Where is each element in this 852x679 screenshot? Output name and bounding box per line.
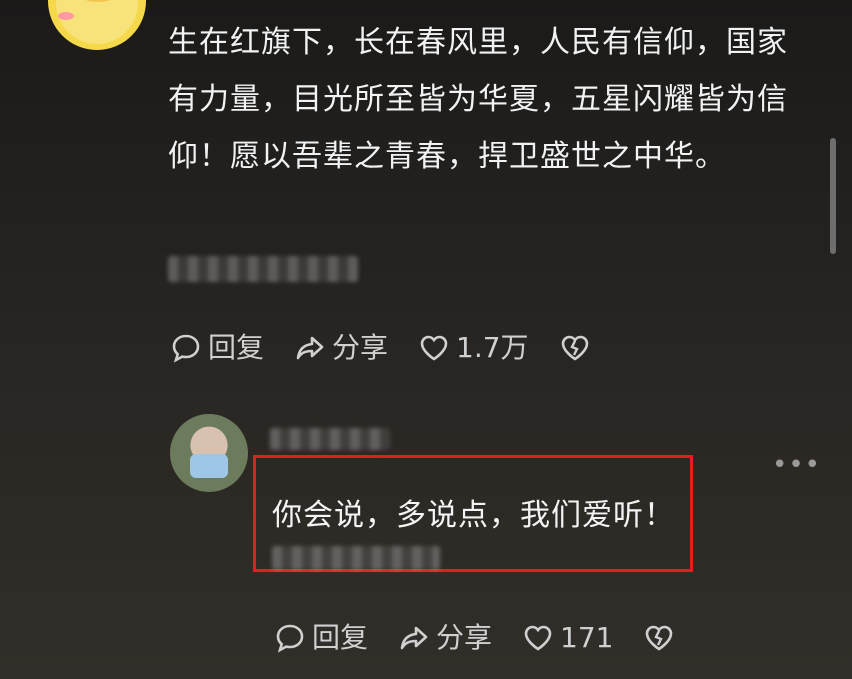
share-arrow-icon: [400, 626, 428, 650]
avatar-blush: [58, 12, 74, 20]
dislike-button[interactable]: [643, 622, 681, 654]
heart-icon: [420, 335, 448, 361]
comment-meta-blurred: [168, 256, 358, 282]
like-button[interactable]: 1.7万: [418, 332, 529, 364]
reply-avatar[interactable]: [170, 414, 248, 492]
broken-heart-icon: [561, 335, 588, 361]
share-arrow-icon: [296, 336, 324, 360]
share-label: 分享: [436, 621, 493, 654]
share-button[interactable]: 分享: [398, 622, 492, 654]
broken-heart-icon: [646, 625, 673, 651]
reply-button[interactable]: 回复: [170, 332, 264, 364]
reply-actions: 回复 分享 171: [274, 622, 711, 654]
heart-icon: [524, 625, 552, 651]
like-button[interactable]: 171: [522, 622, 613, 654]
reply-button[interactable]: 回复: [274, 622, 368, 654]
avatar-face: [56, 0, 138, 44]
scrollbar[interactable]: [830, 138, 836, 254]
comment-bubble-icon: [276, 624, 304, 653]
share-label: 分享: [332, 331, 389, 364]
avatar-mask: [190, 454, 228, 478]
share-button[interactable]: 分享: [294, 332, 388, 364]
comment-text: 生在红旗下，长在春风里，人民有信仰，国家有力量，目光所至皆为华夏，五星闪耀皆为信…: [168, 25, 788, 174]
reply-username-blurred: [270, 428, 390, 450]
comment-actions: 回复 分享 1.7万: [170, 332, 627, 364]
reply-label: 回复: [312, 621, 369, 654]
reply-text: 你会说，多说点，我们爱听！: [272, 498, 675, 533]
commenter-avatar[interactable]: [48, 0, 146, 50]
reply-meta-blurred: [272, 546, 440, 570]
reply-label: 回复: [208, 331, 265, 364]
like-count: 171: [560, 621, 614, 654]
dislike-button[interactable]: [559, 332, 597, 364]
like-count: 1.7万: [456, 331, 529, 364]
comment-bubble-icon: [172, 334, 200, 363]
more-icon[interactable]: •••: [772, 450, 821, 480]
